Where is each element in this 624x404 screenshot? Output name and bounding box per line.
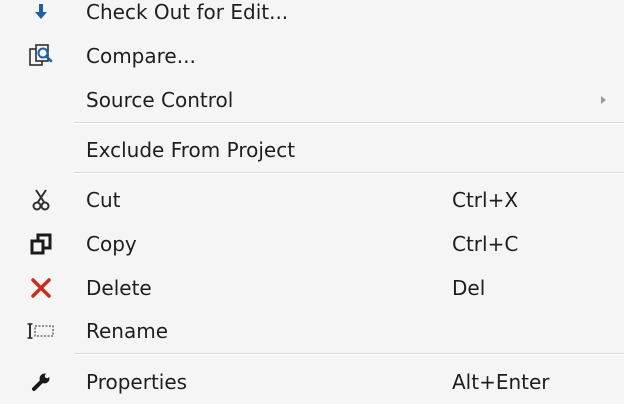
menu-item-exclude-from-project[interactable]: Exclude From Project <box>0 130 624 170</box>
menu-separator <box>74 353 624 355</box>
menu-item-properties[interactable]: Properties Alt+Enter <box>0 362 624 402</box>
submenu-arrow-icon <box>601 96 606 104</box>
menu-item-shortcut: Del <box>452 276 486 300</box>
context-menu: Check Out for Edit... Compare... Source … <box>0 0 624 404</box>
menu-item-label: Copy <box>86 232 137 256</box>
menu-item-label: Check Out for Edit... <box>86 0 289 24</box>
menu-item-label: Rename <box>86 319 169 343</box>
menu-item-compare[interactable]: Compare... <box>0 36 624 76</box>
menu-separator <box>74 122 624 124</box>
delete-x-icon <box>27 274 55 302</box>
menu-item-check-out-for-edit[interactable]: Check Out for Edit... <box>0 0 624 32</box>
menu-item-copy[interactable]: Copy Ctrl+C <box>0 224 624 264</box>
compare-magnifier-icon <box>27 42 55 70</box>
menu-item-label: Compare... <box>86 44 196 68</box>
menu-item-rename[interactable]: Rename <box>0 311 624 351</box>
rename-icon <box>27 317 55 345</box>
menu-item-label: Exclude From Project <box>86 138 296 162</box>
wrench-icon <box>27 368 55 396</box>
menu-item-label: Properties <box>86 370 188 394</box>
copy-icon <box>27 230 55 258</box>
menu-item-label: Cut <box>86 188 121 212</box>
menu-item-label: Source Control <box>86 88 234 112</box>
check-out-down-arrow-icon <box>27 0 55 26</box>
menu-item-source-control[interactable]: Source Control <box>0 80 624 120</box>
menu-item-shortcut: Alt+Enter <box>452 370 550 394</box>
menu-item-cut[interactable]: Cut Ctrl+X <box>0 180 624 220</box>
menu-separator <box>74 172 624 174</box>
menu-item-shortcut: Ctrl+X <box>452 188 519 212</box>
scissors-icon <box>27 186 55 214</box>
menu-item-delete[interactable]: Delete Del <box>0 268 624 308</box>
menu-item-shortcut: Ctrl+C <box>452 232 519 256</box>
menu-item-label: Delete <box>86 276 152 300</box>
